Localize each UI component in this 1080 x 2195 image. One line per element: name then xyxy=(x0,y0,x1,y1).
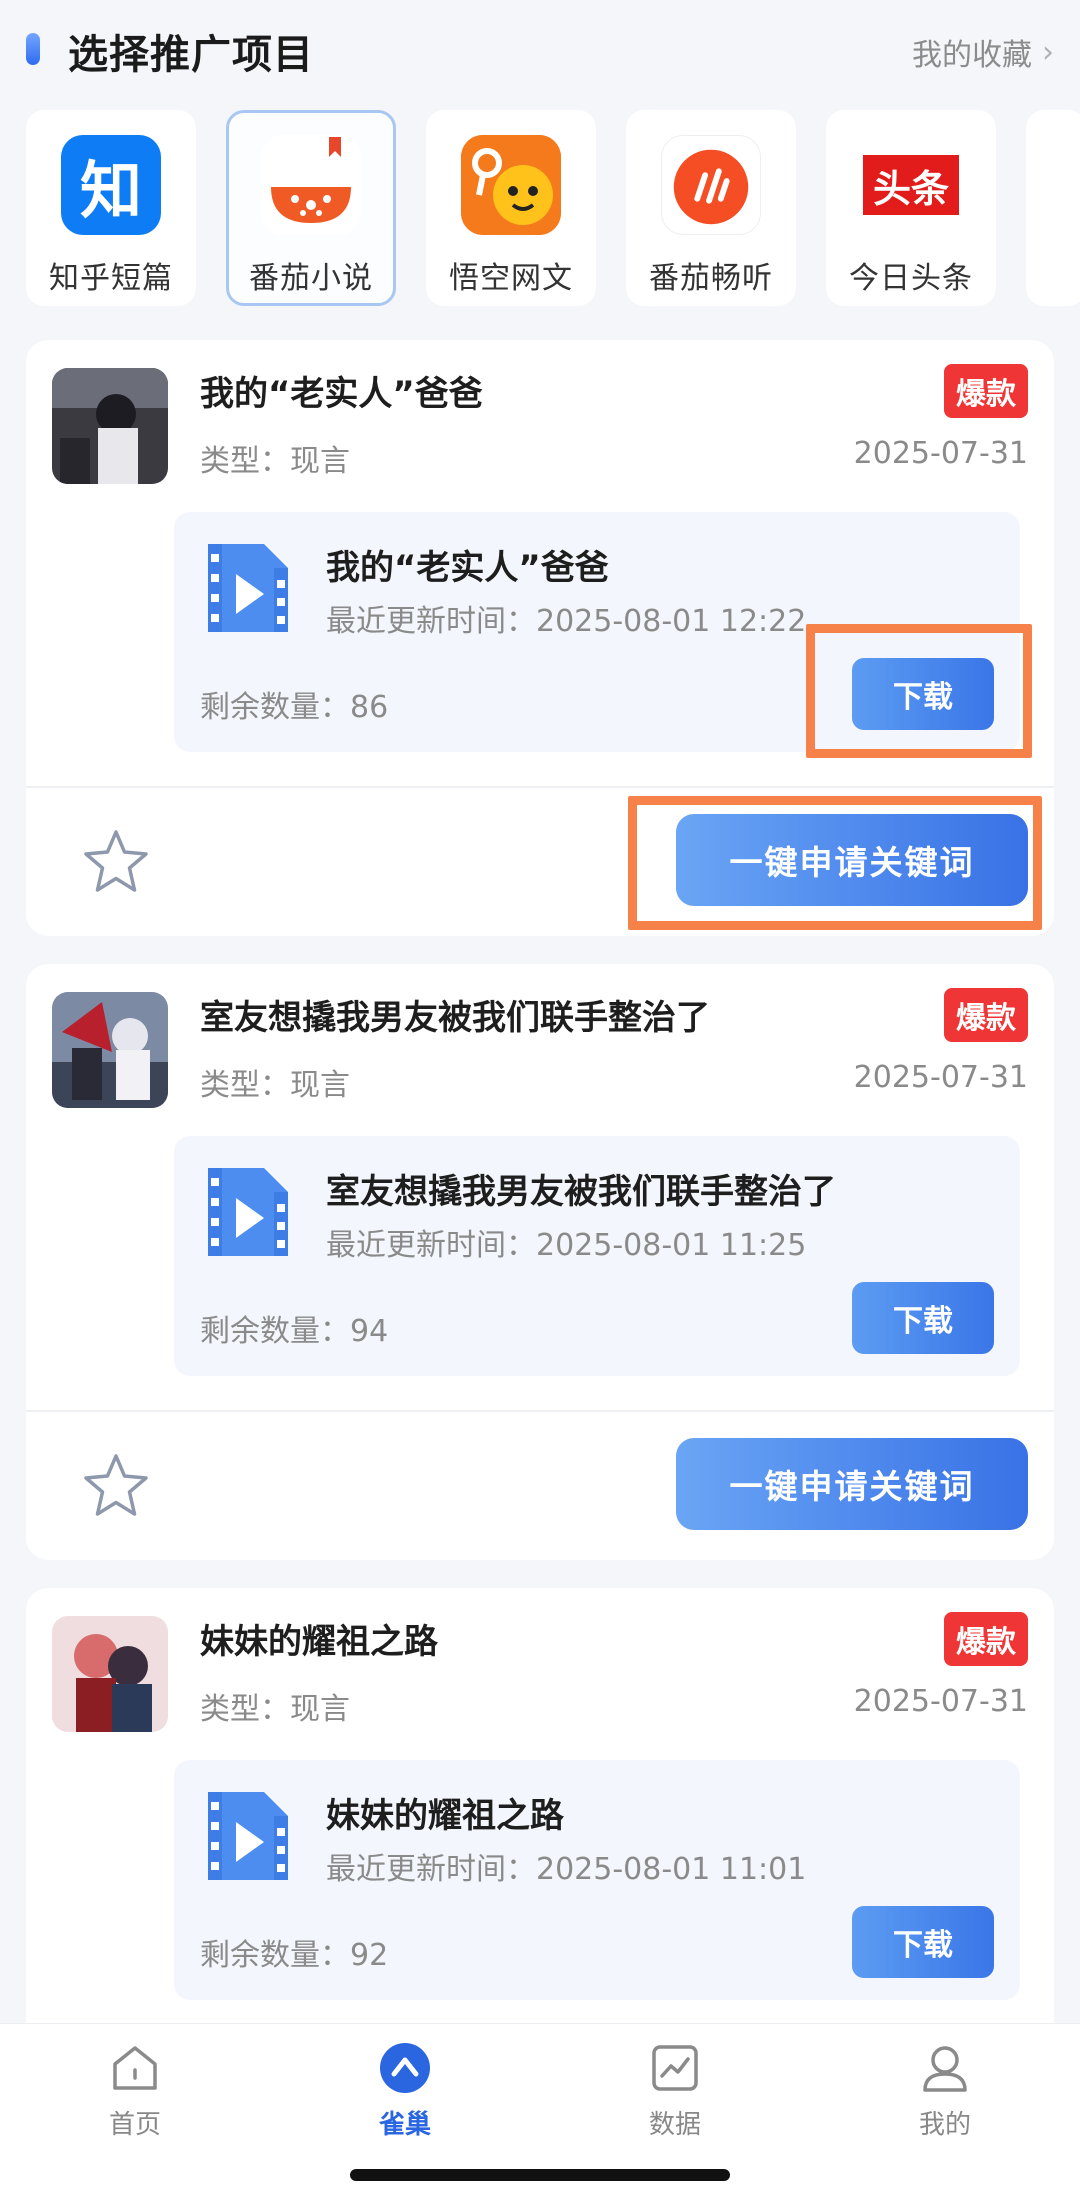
episode-updated-time: 最近更新时间：2025-08-01 12:22 xyxy=(326,604,807,639)
toutiao-logo-icon: 头条 xyxy=(861,135,961,235)
apply-keyword-button[interactable]: 一键申请关键词 xyxy=(676,814,1028,906)
episode-panel: 我的“老实人”爸爸 最近更新时间：2025-08-01 12:22 剩余数量：8… xyxy=(174,512,1020,752)
episode-title: 我的“老实人”爸爸 xyxy=(326,548,609,588)
nav-home[interactable]: 首页 xyxy=(35,2040,235,2141)
episode-title: 妹妹的耀祖之路 xyxy=(326,1796,564,1836)
remaining-count: 剩余数量：92 xyxy=(200,1938,389,1973)
home-indicator-bar[interactable] xyxy=(350,2169,730,2181)
nav-profile[interactable]: 我的 xyxy=(845,2040,1045,2141)
video-file-icon xyxy=(208,544,288,632)
wukong-logo-icon xyxy=(461,135,561,235)
book-cover-image[interactable] xyxy=(52,1616,168,1732)
episode-title: 室友想撬我男友被我们联手整治了 xyxy=(326,1172,836,1212)
nav-label: 雀巢 xyxy=(378,2110,431,2140)
favorite-star-icon[interactable] xyxy=(80,826,152,898)
favorite-star-icon[interactable] xyxy=(80,1450,152,1522)
title-accent-bar xyxy=(26,33,40,65)
project-label: 知乎短篇 xyxy=(49,261,173,296)
apply-keyword-button[interactable]: 一键申请关键词 xyxy=(676,1438,1028,1530)
project-label: 番茄小说 xyxy=(249,261,373,296)
book-title[interactable]: 室友想撬我男友被我们联手整治了 xyxy=(200,990,710,1039)
nav-data[interactable]: 数据 xyxy=(575,2040,775,2141)
book-date: 2025-07-31 xyxy=(853,1060,1028,1095)
book-cover-image[interactable] xyxy=(52,992,168,1108)
download-button[interactable]: 下载 xyxy=(852,1282,994,1354)
book-date: 2025-07-31 xyxy=(853,436,1028,471)
card-divider xyxy=(26,786,1054,788)
book-card: 妹妹的耀祖之路 爆款 类型：现言 2025-07-31 妹妹的耀祖之路 最近更新… xyxy=(26,1588,1054,2048)
download-button[interactable]: 下载 xyxy=(852,658,994,730)
book-type: 类型：现言 xyxy=(200,1068,350,1103)
video-file-icon xyxy=(208,1168,288,1256)
my-favorites-link[interactable]: 我的收藏 › xyxy=(912,30,1054,74)
chart-icon xyxy=(647,2040,703,2096)
card-divider xyxy=(26,1410,1054,1412)
project-toutiao[interactable]: 头条 今日头条 xyxy=(826,110,996,306)
hot-badge: 爆款 xyxy=(944,364,1028,418)
nest-icon xyxy=(377,2040,433,2096)
remaining-count: 剩余数量：94 xyxy=(200,1314,389,1349)
episode-panel: 室友想撬我男友被我们联手整治了 最近更新时间：2025-08-01 11:25 … xyxy=(174,1136,1020,1376)
header: 选择推广项目 我的收藏 › xyxy=(0,0,1080,100)
home-icon xyxy=(107,2040,163,2096)
project-fanqie-listen[interactable]: 番茄畅听 xyxy=(626,110,796,306)
project-zhihu[interactable]: 知 知乎短篇 xyxy=(26,110,196,306)
fanqie-novel-logo-icon xyxy=(261,135,361,235)
episode-updated-time: 最近更新时间：2025-08-01 11:01 xyxy=(326,1852,807,1887)
download-button[interactable]: 下载 xyxy=(852,1906,994,1978)
profile-icon xyxy=(917,2040,973,2096)
episode-updated-time: 最近更新时间：2025-08-01 11:25 xyxy=(326,1228,807,1263)
book-type: 类型：现言 xyxy=(200,444,350,479)
page-title: 选择推广项目 xyxy=(68,32,314,78)
video-file-icon xyxy=(208,1792,288,1880)
nav-nest[interactable]: 雀巢 xyxy=(305,2040,505,2141)
chevron-right-icon: › xyxy=(1042,34,1054,70)
project-wukong[interactable]: 悟空网文 xyxy=(426,110,596,306)
book-title[interactable]: 妹妹的耀祖之路 xyxy=(200,1614,438,1663)
project-label: 今日头条 xyxy=(849,261,973,296)
book-card: 我的“老实人”爸爸 爆款 类型：现言 2025-07-31 我的“老实人”爸爸 … xyxy=(26,340,1054,936)
zhihu-logo-icon: 知 xyxy=(61,135,161,235)
book-date: 2025-07-31 xyxy=(853,1684,1028,1719)
favorites-label: 我的收藏 xyxy=(912,38,1032,73)
hot-badge: 爆款 xyxy=(944,988,1028,1042)
book-type: 类型：现言 xyxy=(200,1692,350,1727)
nav-label: 首页 xyxy=(108,2110,161,2140)
fanqie-listen-logo-icon xyxy=(661,135,761,235)
nav-label: 我的 xyxy=(918,2110,971,2140)
hot-badge: 爆款 xyxy=(944,1612,1028,1666)
project-next-partial[interactable] xyxy=(1026,110,1080,306)
project-fanqie-novel[interactable]: 番茄小说 xyxy=(226,110,396,306)
episode-panel: 妹妹的耀祖之路 最近更新时间：2025-08-01 11:01 剩余数量：92 … xyxy=(174,1760,1020,2000)
book-card: 室友想撬我男友被我们联手整治了 爆款 类型：现言 2025-07-31 室友想撬… xyxy=(26,964,1054,1560)
bottom-nav: 首页 雀巢 数据 我的 xyxy=(0,2023,1080,2195)
project-selector: 知 知乎短篇 番茄小说 悟空网文 番茄畅听 头条 今日头条 xyxy=(26,110,1080,306)
remaining-count: 剩余数量：86 xyxy=(200,690,389,725)
project-label: 番茄畅听 xyxy=(649,261,773,296)
book-cover-image[interactable] xyxy=(52,368,168,484)
nav-label: 数据 xyxy=(648,2110,701,2140)
project-label: 悟空网文 xyxy=(449,261,573,296)
book-title[interactable]: 我的“老实人”爸爸 xyxy=(200,366,483,415)
